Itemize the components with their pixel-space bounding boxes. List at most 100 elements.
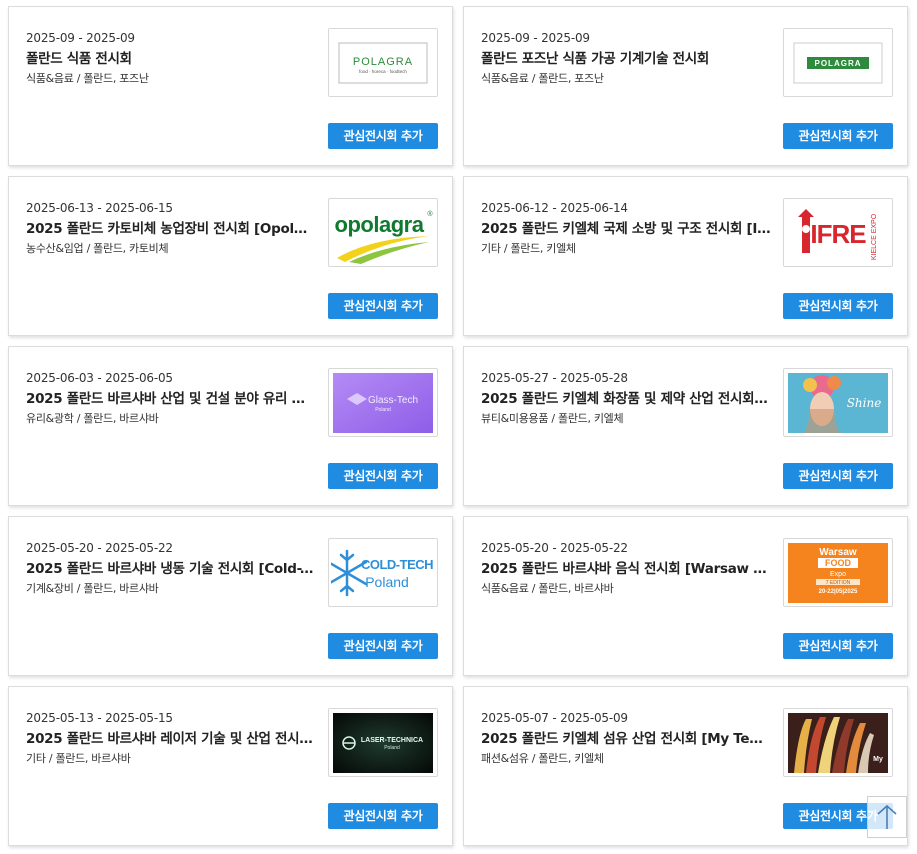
shine-logo-image: Shine — [788, 372, 888, 433]
card-info: 2025-05-20 - 2025-05-22 2025 폴란드 바르샤바 음식… — [481, 541, 771, 596]
polagra-green-logo-text: POLAGRA — [815, 59, 862, 68]
add-interest-button[interactable]: 관심전시회 추가 — [783, 293, 893, 319]
opolagra-logo-image: opolagra ® — [335, 210, 433, 264]
warsaw-food-logo-edition: 7 EDITION — [826, 580, 851, 586]
exhibition-category: 기타 / 폴란드, 바르샤바 — [26, 752, 131, 765]
card-info: 2025-09 - 2025-09 폴란드 식품 전시회 식품&음료 / 폴란드… — [26, 31, 316, 86]
add-interest-button[interactable]: 관심전시회 추가 — [783, 633, 893, 659]
opolagra-registered-mark: ® — [427, 210, 433, 218]
add-interest-button[interactable]: 관심전시회 추가 — [328, 803, 438, 829]
scroll-to-top-button[interactable] — [867, 796, 907, 838]
ifre-logo-subtext: KIELCE EXPO — [871, 213, 878, 260]
exhibition-card[interactable]: 2025-05-20 - 2025-05-22 2025 폴란드 바르샤바 음식… — [463, 516, 908, 676]
card-info: 2025-06-12 - 2025-06-14 2025 폴란드 키엘체 국제 … — [481, 201, 771, 256]
exhibition-date: 2025-09 - 2025-09 — [26, 31, 135, 45]
warsaw-food-logo[interactable]: Warsaw FOOD Expo 7 EDITION 20-22|05|2025 — [783, 538, 893, 607]
exhibition-card[interactable]: 2025-05-20 - 2025-05-22 2025 폴란드 바르샤바 냉동… — [8, 516, 453, 676]
laser-technica-logo-text: LASER-TECHNICA — [361, 737, 423, 744]
add-interest-button[interactable]: 관심전시회 추가 — [328, 123, 438, 149]
exhibition-date: 2025-05-27 - 2025-05-28 — [481, 371, 628, 385]
exhibition-category: 식품&음료 / 폴란드, 바르샤바 — [481, 582, 614, 595]
warsaw-food-logo-food: FOOD — [825, 558, 851, 568]
coldtech-logo-subtext: Poland — [365, 574, 409, 590]
arrow-up-icon — [877, 804, 897, 829]
card-info: 2025-05-13 - 2025-05-15 2025 폴란드 바르샤바 레이… — [26, 711, 316, 766]
exhibition-card[interactable]: 2025-09 - 2025-09 폴란드 식품 전시회 식품&음료 / 폴란드… — [8, 6, 453, 166]
glasstech-logo-image: Glass-Tech Poland — [333, 372, 433, 433]
shine-logo[interactable]: Shine — [783, 368, 893, 437]
glasstech-logo-subtext: Poland — [375, 407, 391, 413]
opolagra-logo[interactable]: opolagra ® — [328, 198, 438, 267]
opolagra-logo-text: opolagra — [335, 212, 425, 237]
warsaw-food-logo-expo: Expo — [830, 571, 846, 578]
ifre-logo-text: IFRE — [810, 219, 866, 249]
my-textile-logo-image: My — [788, 712, 888, 773]
polagra-logo-subtext: food · horeca · foodtech — [359, 69, 407, 74]
ifre-logo-image: IFRE KIELCE EXPO — [798, 208, 878, 260]
polagra-green-logo-image: POLAGRA — [793, 42, 883, 83]
exhibition-category: 식품&음료 / 폴란드, 포즈난 — [481, 72, 604, 85]
warsaw-food-logo-image: Warsaw FOOD Expo 7 EDITION 20-22|05|2025 — [788, 542, 888, 603]
card-info: 2025-05-27 - 2025-05-28 2025 폴란드 키엘체 화장품… — [481, 371, 771, 426]
glasstech-logo[interactable]: Glass-Tech Poland — [328, 368, 438, 437]
exhibition-category: 유리&광학 / 폴란드, 바르샤바 — [26, 412, 159, 425]
exhibition-card[interactable]: 2025-05-07 - 2025-05-09 2025 폴란드 키엘체 섬유 … — [463, 686, 908, 846]
card-info: 2025-06-03 - 2025-06-05 2025 폴란드 바르샤바 산업… — [26, 371, 316, 426]
exhibition-card[interactable]: 2025-05-27 - 2025-05-28 2025 폴란드 키엘체 화장품… — [463, 346, 908, 506]
coldtech-logo[interactable]: COLD-TECH Poland — [328, 538, 438, 607]
exhibition-card[interactable]: 2025-06-12 - 2025-06-14 2025 폴란드 키엘체 국제 … — [463, 176, 908, 336]
exhibition-card[interactable]: 2025-06-13 - 2025-06-15 2025 폴란드 카토비체 농업… — [8, 176, 453, 336]
exhibition-date: 2025-09 - 2025-09 — [481, 31, 590, 45]
exhibition-title[interactable]: 폴란드 포즈난 식품 가공 기계기술 전시회 — [481, 51, 771, 68]
warsaw-food-logo-dates: 20-22|05|2025 — [819, 589, 858, 595]
coldtech-logo-image: COLD-TECH Poland — [331, 549, 434, 596]
exhibition-date: 2025-05-13 - 2025-05-15 — [26, 711, 173, 725]
laser-technica-logo-image: LASER-TECHNICA Poland — [333, 712, 433, 773]
exhibition-title[interactable]: 2025 폴란드 키엘체 화장품 및 제약 산업 전시회 [Shine 2025… — [481, 391, 771, 408]
exhibition-category: 뷰티&미용용품 / 폴란드, 키엘체 — [481, 412, 624, 425]
exhibition-category: 식품&음료 / 폴란드, 포즈난 — [26, 72, 149, 85]
exhibition-category: 농수산&임업 / 폴란드, 카토비체 — [26, 242, 169, 255]
polagra-logo[interactable]: POLAGRA food · horeca · foodtech — [328, 28, 438, 97]
exhibition-title[interactable]: 2025 폴란드 키엘체 섬유 산업 전시회 [My Textile 2025] — [481, 731, 771, 748]
exhibition-title[interactable]: 2025 폴란드 바르샤바 냉동 기술 전시회 [Cold-Tech Polan… — [26, 561, 316, 578]
exhibition-title[interactable]: 폴란드 식품 전시회 — [26, 51, 316, 68]
add-interest-button[interactable]: 관심전시회 추가 — [783, 123, 893, 149]
exhibition-date: 2025-06-13 - 2025-06-15 — [26, 201, 173, 215]
warsaw-food-logo-text: Warsaw — [819, 547, 857, 558]
exhibition-date: 2025-05-07 - 2025-05-09 — [481, 711, 628, 725]
exhibition-card[interactable]: 2025-05-13 - 2025-05-15 2025 폴란드 바르샤바 레이… — [8, 686, 453, 846]
card-info: 2025-05-20 - 2025-05-22 2025 폴란드 바르샤바 냉동… — [26, 541, 316, 596]
exhibition-category: 기계&장비 / 폴란드, 바르샤바 — [26, 582, 159, 595]
card-info: 2025-06-13 - 2025-06-15 2025 폴란드 카토비체 농업… — [26, 201, 316, 256]
shine-logo-text: Shine — [847, 396, 882, 410]
exhibition-card[interactable]: 2025-06-03 - 2025-06-05 2025 폴란드 바르샤바 산업… — [8, 346, 453, 506]
add-interest-button[interactable]: 관심전시회 추가 — [328, 293, 438, 319]
exhibition-title[interactable]: 2025 폴란드 바르샤바 산업 및 건설 분야 유리 전시회 [Glass-T… — [26, 391, 316, 408]
card-info: 2025-09 - 2025-09 폴란드 포즈난 식품 가공 기계기술 전시회… — [481, 31, 771, 86]
add-interest-button[interactable]: 관심전시회 추가 — [328, 633, 438, 659]
exhibition-date: 2025-06-03 - 2025-06-05 — [26, 371, 173, 385]
exhibition-category: 기타 / 폴란드, 키엘체 — [481, 242, 576, 255]
exhibition-date: 2025-06-12 - 2025-06-14 — [481, 201, 628, 215]
exhibition-title[interactable]: 2025 폴란드 키엘체 국제 소방 및 구조 전시회 [IFRE 2025] — [481, 221, 771, 238]
ifre-logo[interactable]: IFRE KIELCE EXPO — [783, 198, 893, 267]
polagra-logo-image: POLAGRA food · horeca · foodtech — [338, 42, 428, 83]
my-textile-logo[interactable]: My — [783, 708, 893, 777]
polagra-logo-text: POLAGRA — [353, 56, 413, 68]
exhibition-title[interactable]: 2025 폴란드 바르샤바 레이저 기술 및 산업 전시회 [Laser-Tec… — [26, 731, 316, 748]
glasstech-logo-text: Glass-Tech — [368, 395, 418, 406]
exhibition-title[interactable]: 2025 폴란드 카토비체 농업장비 전시회 [Opolagra 2025] — [26, 221, 316, 238]
exhibition-card[interactable]: 2025-09 - 2025-09 폴란드 포즈난 식품 가공 기계기술 전시회… — [463, 6, 908, 166]
exhibition-grid: 2025-09 - 2025-09 폴란드 식품 전시회 식품&음료 / 폴란드… — [8, 6, 908, 846]
add-interest-button[interactable]: 관심전시회 추가 — [328, 463, 438, 489]
add-interest-button[interactable]: 관심전시회 추가 — [783, 463, 893, 489]
laser-technica-logo[interactable]: LASER-TECHNICA Poland — [328, 708, 438, 777]
coldtech-logo-text: COLD-TECH — [361, 557, 433, 572]
exhibition-title[interactable]: 2025 폴란드 바르샤바 음식 전시회 [Warsaw Food Expo 2… — [481, 561, 771, 578]
exhibition-category: 패션&섬유 / 폴란드, 키엘체 — [481, 752, 604, 765]
exhibition-date: 2025-05-20 - 2025-05-22 — [26, 541, 173, 555]
polagra-green-logo[interactable]: POLAGRA — [783, 28, 893, 97]
laser-technica-logo-subtext: Poland — [384, 745, 400, 751]
exhibition-date: 2025-05-20 - 2025-05-22 — [481, 541, 628, 555]
